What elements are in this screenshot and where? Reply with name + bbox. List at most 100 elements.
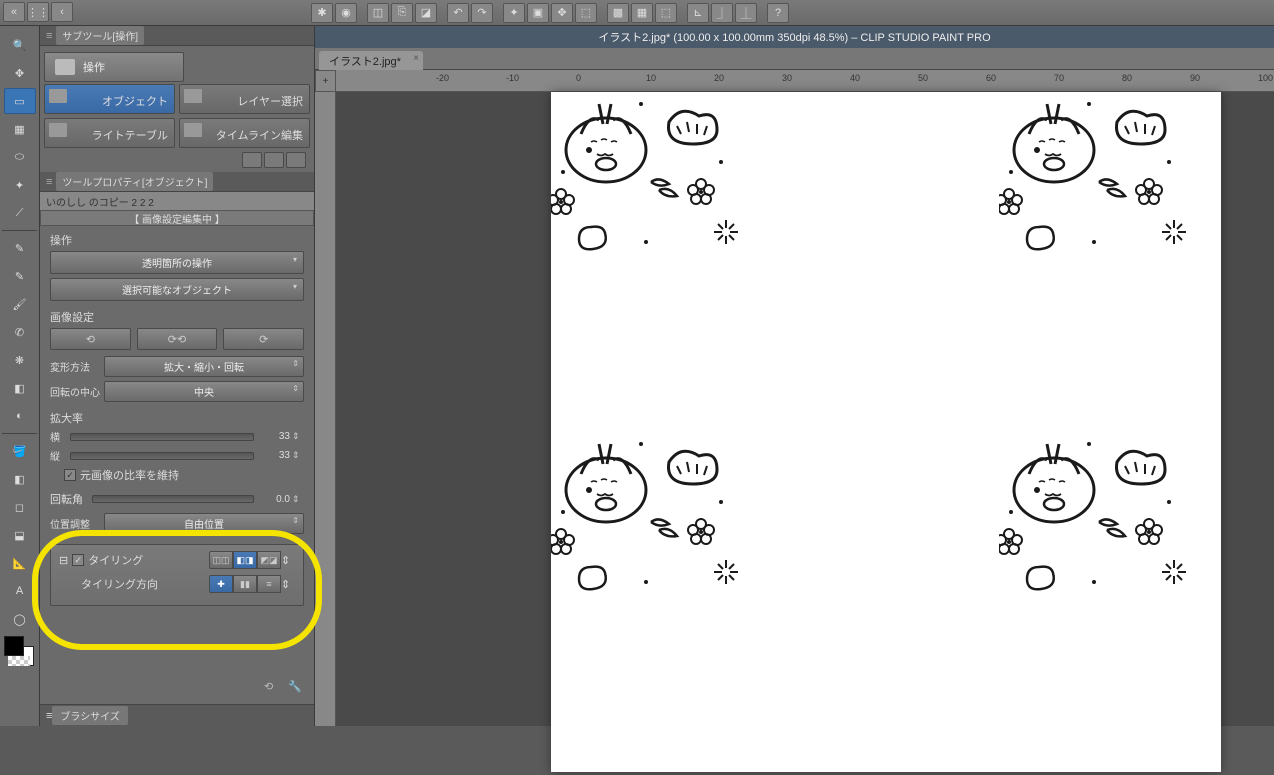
tool-property-header: ≡ ツールプロパティ[オブジェクト] — [40, 172, 314, 192]
tool-zoom[interactable]: 🔍 — [4, 32, 36, 58]
panel-menu-icon[interactable]: ≡ — [46, 30, 52, 42]
subtool-duplicate-icon[interactable] — [242, 152, 262, 168]
close-tab-icon[interactable]: × — [413, 53, 419, 64]
checker-icon[interactable]: ▦ — [631, 3, 653, 23]
clear-icon[interactable]: ✦ — [503, 3, 525, 23]
subtool-new-icon[interactable] — [264, 152, 284, 168]
height-stepper-icon[interactable]: ⇕ — [292, 450, 304, 461]
keep-ratio-checkbox[interactable]: ✓ 元画像の比率を維持 — [64, 467, 304, 483]
canvas-viewport[interactable] — [336, 92, 1274, 726]
width-stepper-icon[interactable]: ⇕ — [292, 431, 304, 442]
transform-method-dropdown[interactable]: 拡大・縮小・回転 — [104, 356, 304, 377]
tool-wand[interactable]: ✦ — [4, 172, 36, 198]
subtool-delete-icon[interactable] — [286, 152, 306, 168]
keep-ratio-label: 元画像の比率を維持 — [80, 467, 179, 483]
tool-ruler[interactable]: 📐 — [4, 550, 36, 576]
tiling-repeat-button[interactable]: ◫◫ — [209, 551, 233, 569]
tool-operation[interactable]: ▭ — [4, 88, 36, 114]
subtool-layer-select[interactable]: レイヤー選択 — [179, 84, 310, 114]
undo-icon[interactable]: ↶ — [447, 3, 469, 23]
tool-decoration[interactable]: ❋ — [4, 347, 36, 373]
rotate-cw-button[interactable]: ⟳ — [223, 328, 304, 350]
operation-main-button[interactable]: 操作 — [44, 52, 184, 82]
new-file-icon[interactable]: ◫ — [367, 3, 389, 23]
foreground-color[interactable] — [4, 636, 24, 656]
tool-balloon[interactable]: ◯ — [4, 606, 36, 632]
snap-grid-icon[interactable]: ⏊ — [735, 3, 757, 23]
transparent-color[interactable] — [8, 656, 30, 666]
tool-layer-move[interactable]: ▦ — [4, 116, 36, 142]
width-slider[interactable] — [70, 433, 254, 441]
rotation-center-label: 回転の中心 — [50, 384, 100, 399]
direction-both-button[interactable]: ✚ — [209, 575, 233, 593]
rotation-stepper-icon[interactable]: ⇕ — [292, 494, 304, 505]
wrench-icon[interactable]: 🔧 — [288, 680, 306, 696]
subtool-object[interactable]: オブジェクト — [44, 84, 175, 114]
tiling-checkbox[interactable]: ✓ — [72, 554, 84, 566]
tool-brush[interactable]: 🖌 — [4, 291, 36, 317]
help-icon[interactable]: ? — [767, 3, 789, 23]
expand-icon[interactable]: ⊟ — [59, 554, 68, 567]
tool-pencil[interactable]: ✎ — [4, 263, 36, 289]
direction-stepper-icon[interactable]: ⇕ — [281, 575, 295, 593]
tool-property-tab[interactable]: ツールプロパティ[オブジェクト] — [56, 172, 213, 191]
redo-icon[interactable]: ↷ — [471, 3, 493, 23]
tiling-stepper-icon[interactable]: ⇕ — [281, 551, 295, 569]
timeline-icon — [184, 123, 202, 137]
panel-menu-icon[interactable]: ≡ — [46, 176, 52, 188]
arrow-left-icon[interactable]: ‹ — [51, 2, 73, 22]
tool-fill[interactable]: 🪣 — [4, 438, 36, 464]
brush-size-tab[interactable]: ブラシサイズ — [52, 706, 128, 725]
tool-blend[interactable]: ◐ — [4, 403, 36, 429]
direction-vertical-button[interactable]: ≡ — [257, 575, 281, 593]
tiling-flip-button[interactable]: ◩◪ — [257, 551, 281, 569]
snap-perp-icon[interactable]: ⊾ — [687, 3, 709, 23]
document-title: イラスト2.jpg* (100.00 x 100.00mm 350dpi 48.… — [598, 29, 990, 45]
tool-eyedropper[interactable]: ⟋ — [4, 200, 36, 226]
subtool-light-table[interactable]: ライトテーブル — [44, 118, 175, 148]
canvas[interactable] — [551, 92, 1221, 772]
tool-gradient[interactable]: ◧ — [4, 466, 36, 492]
selectable-object-dropdown[interactable]: 選択可能なオブジェクト — [50, 278, 304, 301]
transform-icon[interactable]: ⬚ — [575, 3, 597, 23]
menu-grip-icon[interactable]: ⋮⋮ — [27, 2, 49, 22]
subtool-tab[interactable]: サブツール[操作] — [56, 26, 144, 45]
save-icon[interactable]: ◪ — [415, 3, 437, 23]
position-dropdown[interactable]: 自由位置 — [104, 513, 304, 534]
grid-icon[interactable]: ▩ — [607, 3, 629, 23]
collapse-left-icon[interactable]: « — [3, 2, 25, 22]
tool-pen[interactable]: ✎ — [4, 235, 36, 261]
tiling-direction-label: タイリング方向 — [81, 576, 158, 592]
rotation-slider[interactable] — [92, 495, 254, 503]
tool-property-body: 操作 透明箇所の操作 選択可能なオブジェクト 画像設定 ⟲ ⟳⟲ ⟳ 変形方法 … — [40, 226, 314, 612]
ruler-corner[interactable]: + — [315, 70, 336, 92]
direction-horizontal-button[interactable]: ▮▮ — [233, 575, 257, 593]
transparent-operation-dropdown[interactable]: 透明箇所の操作 — [50, 251, 304, 274]
swirl-icon[interactable]: ◉ — [335, 3, 357, 23]
tool-move[interactable]: ✥ — [4, 60, 36, 86]
operation-label: 操作 — [83, 59, 105, 75]
reset-icon[interactable]: ⟲ — [264, 680, 282, 696]
tool-eraser[interactable]: ◧ — [4, 375, 36, 401]
tool-airbrush[interactable]: ✆ — [4, 319, 36, 345]
rotation-center-dropdown[interactable]: 中央 — [104, 381, 304, 402]
height-value[interactable]: 33 — [254, 450, 292, 461]
subtool-timeline[interactable]: タイムライン編集 — [179, 118, 310, 148]
tool-marquee[interactable]: ⬭ — [4, 144, 36, 170]
width-value[interactable]: 33 — [254, 431, 292, 442]
tool-figure[interactable]: ◻ — [4, 494, 36, 520]
tool-frame[interactable]: ⬓ — [4, 522, 36, 548]
tiling-mirror-button[interactable]: ◧◨ — [233, 551, 257, 569]
selection-icon[interactable]: ⬚ — [655, 3, 677, 23]
open-file-icon[interactable]: ⎘ — [391, 3, 413, 23]
rotation-value[interactable]: 0.0 — [254, 494, 292, 505]
document-tab[interactable]: イラスト2.jpg* × — [319, 51, 423, 70]
crop-icon[interactable]: ▣ — [527, 3, 549, 23]
snap-ruler-icon[interactable]: ⏌ — [711, 3, 733, 23]
clip-studio-icon[interactable]: ✱ — [311, 3, 333, 23]
move-icon[interactable]: ✥ — [551, 3, 573, 23]
flip-h-button[interactable]: ⟳⟲ — [137, 328, 218, 350]
height-slider[interactable] — [70, 452, 254, 460]
tool-text[interactable]: A — [4, 578, 36, 604]
rotate-ccw-button[interactable]: ⟲ — [50, 328, 131, 350]
